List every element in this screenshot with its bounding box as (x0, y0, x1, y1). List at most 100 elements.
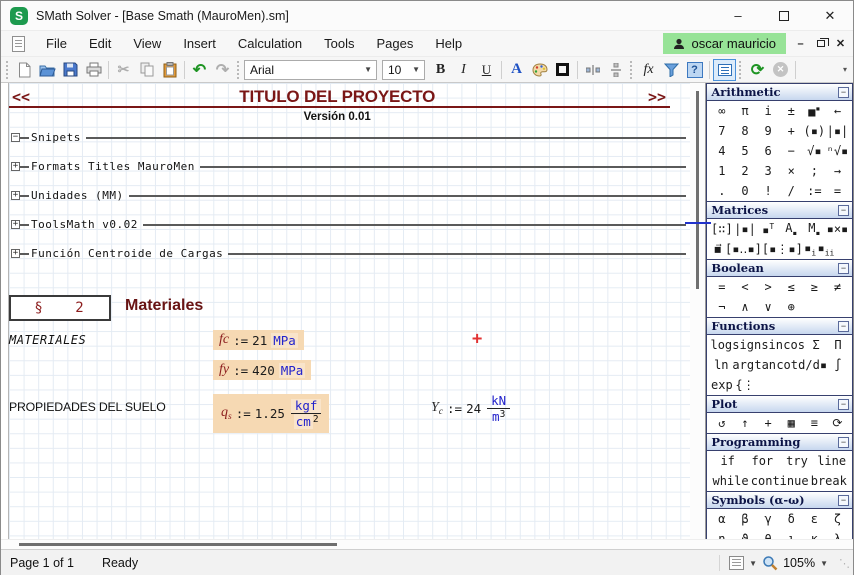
toolbar-grip[interactable] (6, 61, 10, 79)
palette-button[interactable]: = (826, 184, 849, 198)
palette-button[interactable]: + (757, 416, 780, 430)
document-icon[interactable] (12, 36, 25, 52)
label-propiedades-suelo[interactable]: PROPIEDADES DEL SUELO (9, 400, 166, 414)
paste-button[interactable] (158, 59, 181, 81)
collapse-icon[interactable]: − (11, 133, 20, 142)
toolbar-grip[interactable] (237, 61, 241, 79)
font-family-select[interactable]: Arial▼ (244, 60, 377, 80)
toolbar-grip[interactable] (739, 61, 743, 79)
palette-button[interactable]: ⊕ (780, 300, 803, 314)
collapse-icon[interactable]: − (838, 437, 849, 448)
palette-button[interactable]: while (710, 474, 750, 488)
undo-button[interactable]: ↶ (188, 59, 211, 81)
palette-button[interactable]: ± (780, 104, 803, 118)
stop-button[interactable]: ✕ (769, 59, 792, 81)
font-size-select[interactable]: 10▼ (382, 60, 425, 80)
vertical-scrollbar-thumb[interactable] (696, 91, 699, 289)
formula-yc[interactable]: Yc := 24 kN m3 (425, 389, 516, 428)
palette-button[interactable]: i (757, 104, 780, 118)
palette-button[interactable]: [∷] (710, 222, 733, 236)
palette-button[interactable]: sign (732, 338, 761, 352)
palette-button[interactable]: θ (757, 532, 780, 539)
palette-button[interactable]: |▪| (826, 124, 849, 138)
palette-button[interactable]: − (780, 144, 803, 158)
menu-file[interactable]: File (35, 32, 78, 55)
palette-button[interactable]: |▪| (733, 222, 756, 236)
menu-calculation[interactable]: Calculation (227, 32, 313, 55)
palette-button[interactable]: / (780, 184, 803, 198)
palette-button[interactable]: continue (751, 474, 809, 488)
mdi-minimize-button[interactable]: – (794, 38, 807, 50)
save-button[interactable] (59, 59, 82, 81)
palette-button[interactable]: ▪T (757, 222, 780, 237)
user-account-badge[interactable]: oscar mauricio (663, 33, 786, 54)
palette-button[interactable]: line (814, 454, 849, 468)
palette-button[interactable]: sin (761, 338, 783, 352)
mdi-restore-button[interactable] (814, 38, 827, 50)
palette-button[interactable]: η (710, 532, 733, 539)
palette-button[interactable]: ■▪ (803, 104, 826, 119)
menu-edit[interactable]: Edit (78, 32, 122, 55)
zoom-level[interactable]: 105% (783, 556, 815, 570)
bold-button[interactable]: B (429, 59, 452, 81)
palette-button[interactable]: 7 (710, 124, 733, 138)
formula-fc[interactable]: fc := 21 MPa (213, 330, 304, 350)
palette-button[interactable]: cot (776, 358, 798, 372)
palette-button[interactable]: . (710, 184, 733, 198)
palette-button[interactable]: × (780, 164, 803, 178)
section-number-box[interactable]: § 2 (9, 295, 111, 321)
toolbar-grip[interactable] (630, 61, 634, 79)
palette-button[interactable]: ln (710, 358, 732, 372)
palette-button[interactable]: 6 (757, 144, 780, 158)
project-version[interactable]: Versión 0.01 (9, 111, 665, 123)
palette-button[interactable]: ∫ (827, 358, 849, 372)
section-heading[interactable]: Materiales (125, 297, 203, 315)
section-label[interactable]: Snipets (29, 131, 86, 144)
palette-button[interactable]: log (710, 338, 732, 352)
background-color-button[interactable] (528, 59, 551, 81)
menu-help[interactable]: Help (424, 32, 473, 55)
palette-button[interactable]: ≥ (803, 280, 826, 294)
panel-header-matrices[interactable]: Matrices− (707, 202, 852, 219)
vertical-scrollbar[interactable] (690, 83, 705, 539)
palette-button[interactable]: 5 (733, 144, 756, 158)
panel-header-arithmetic[interactable]: Arithmetic− (707, 84, 852, 101)
palette-button[interactable]: √▪ (803, 144, 826, 158)
border-button[interactable] (551, 59, 574, 81)
collapse-icon[interactable]: − (838, 399, 849, 410)
palette-button[interactable]: κ (803, 532, 826, 539)
palette-button[interactable]: > (757, 280, 780, 294)
section-label[interactable]: Formats Titles MauroMen (29, 160, 200, 173)
palette-button[interactable]: ∞ (710, 104, 733, 118)
label-materiales[interactable]: MATERIALES (9, 333, 86, 347)
palette-button[interactable]: 3 (757, 164, 780, 178)
palette-button[interactable]: 2 (733, 164, 756, 178)
panel-header-symbols[interactable]: Symbols (α-ω)− (707, 492, 852, 509)
palette-button[interactable]: ▪ii (817, 241, 834, 257)
resize-grip[interactable]: ⋱ (833, 557, 849, 570)
panel-header-boolean[interactable]: Boolean− (707, 260, 852, 277)
palette-button[interactable]: M▪ (803, 221, 826, 237)
section-label[interactable]: Unidades (MM) (29, 189, 129, 202)
menu-pages[interactable]: Pages (366, 32, 425, 55)
palette-button[interactable]: ; (803, 164, 826, 178)
palette-button[interactable]: ≠ (826, 280, 849, 294)
palette-button[interactable]: ≡ (803, 416, 826, 430)
palette-button[interactable]: ∧ (733, 300, 756, 314)
insert-function-button[interactable]: fx (637, 59, 660, 81)
expand-icon[interactable]: + (11, 162, 20, 171)
palette-button[interactable]: ▪⃗ (710, 242, 725, 256)
palette-button[interactable]: δ (780, 512, 803, 526)
palette-button[interactable]: ▦ (780, 416, 803, 430)
panel-header-programming[interactable]: Programming− (707, 434, 852, 451)
menu-view[interactable]: View (122, 32, 172, 55)
toolbar-overflow-button[interactable]: ▾ (843, 65, 851, 74)
palette-button[interactable]: ! (757, 184, 780, 198)
panel-header-functions[interactable]: Functions− (707, 318, 852, 335)
palette-button[interactable]: break (809, 474, 849, 488)
section-label[interactable]: ToolsMath v0.02 (29, 218, 143, 231)
palette-button[interactable]: → (826, 164, 849, 178)
menu-tools[interactable]: Tools (313, 32, 365, 55)
section-label[interactable]: Función Centroide de Cargas (29, 247, 228, 260)
palette-button[interactable]: {⋮ (733, 378, 756, 392)
